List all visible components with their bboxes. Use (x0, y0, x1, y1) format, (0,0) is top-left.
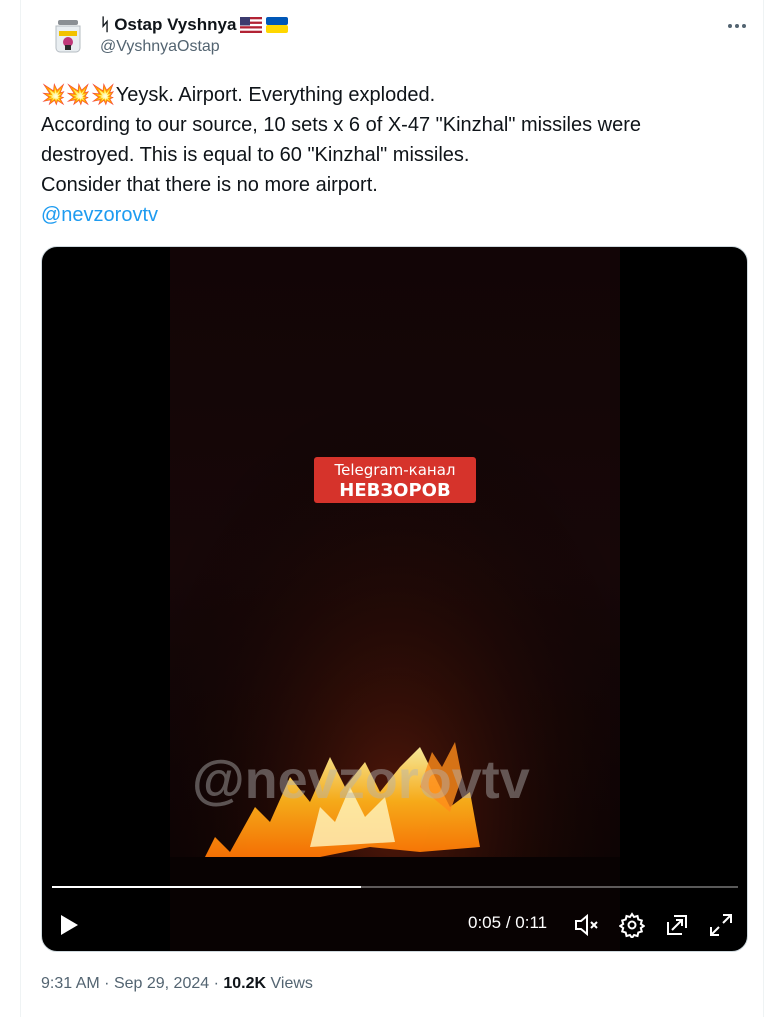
flag-ukraine-icon (266, 17, 289, 33)
current-time: 0:05 (468, 913, 502, 932)
badge-line-2: НЕВЗОРОВ (339, 480, 451, 501)
duration: 0:11 (515, 913, 548, 932)
tweet-text: 💥💥💥Yeysk. Airport. Everything exploded. … (41, 80, 721, 230)
play-button[interactable] (58, 913, 80, 942)
avatar[interactable] (46, 12, 90, 56)
settings-gear-icon[interactable] (618, 912, 646, 943)
video-frame[interactable] (170, 247, 620, 951)
tweet-card: ᛋ Ostap Vyshnya @VyshnyaOstap 💥💥💥Yeysk. … (20, 0, 764, 1017)
tweet-time[interactable]: 9:31 AM (41, 975, 100, 992)
badge-line-1: Telegram-канал (334, 461, 456, 479)
meta-separator: · (104, 975, 110, 992)
author-prefix-glyph: ᛋ (100, 15, 111, 34)
fullscreen-icon[interactable] (708, 912, 734, 943)
telegram-channel-badge: Telegram-канал НЕВЗОРОВ (314, 457, 476, 503)
progress-bar[interactable] (52, 886, 738, 888)
views-label: Views (270, 975, 313, 992)
tweet-meta: 9:31 AM · Sep 29, 2024 · 10.2K Views (41, 975, 313, 993)
mention-link[interactable]: @nevzorovtv (41, 204, 158, 226)
mute-icon[interactable] (573, 912, 599, 943)
author-name[interactable]: Ostap Vyshnya (114, 15, 236, 35)
author-name-row[interactable]: ᛋ Ostap Vyshnya (100, 14, 289, 36)
explosion-emoji: 💥💥💥 (41, 84, 116, 106)
picture-in-picture-icon[interactable] (664, 912, 690, 943)
meta-separator: · (213, 975, 219, 992)
flag-us-icon (240, 17, 263, 33)
video-watermark: @nevzorovtv (192, 750, 530, 810)
tweet-date[interactable]: Sep 29, 2024 (114, 975, 209, 992)
video-time: 0:05 / 0:11 (468, 913, 548, 932)
more-options-icon[interactable] (725, 14, 749, 38)
tweet-line-3: Consider that there is no more airport. (41, 174, 378, 196)
progress-fill (52, 886, 361, 888)
video-player[interactable]: Telegram-канал НЕВЗОРОВ @nevzorovtv 0:05… (41, 246, 748, 952)
tweet-line-2: According to our source, 10 sets x 6 of … (41, 114, 642, 166)
tweet-line-1: Yeysk. Airport. Everything exploded. (115, 84, 436, 106)
views-count: 10.2K (223, 975, 267, 992)
author-handle[interactable]: @VyshnyaOstap (100, 38, 220, 56)
